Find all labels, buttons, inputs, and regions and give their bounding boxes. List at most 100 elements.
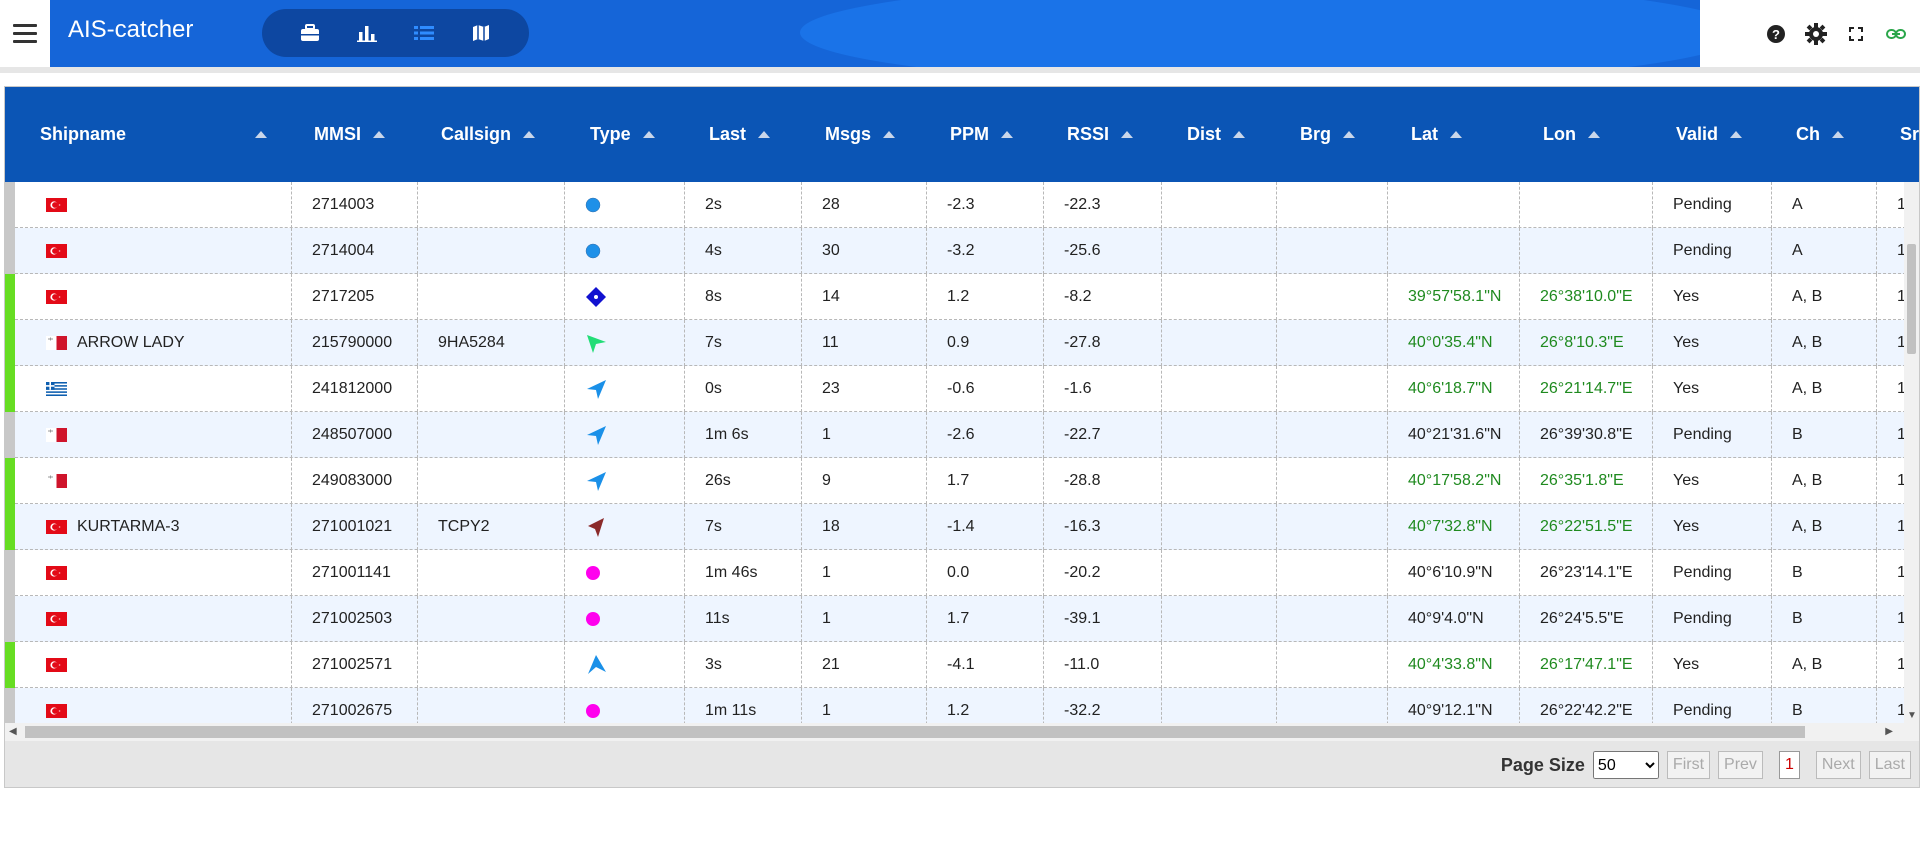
column-header-lat[interactable]: Lat bbox=[1411, 87, 1462, 182]
column-header-dist[interactable]: Dist bbox=[1187, 87, 1246, 182]
column-header-lon[interactable]: Lon bbox=[1543, 87, 1600, 182]
cell-type bbox=[565, 228, 685, 274]
msgs-value: 21 bbox=[822, 656, 840, 673]
table-row[interactable]: 2714004 4s 30 -3.2 -25.6 Pending A 1 bbox=[5, 228, 1919, 274]
ch-value: A, B bbox=[1792, 334, 1823, 351]
vertical-scroll-thumb[interactable] bbox=[1907, 244, 1916, 354]
column-header-label: Shipname bbox=[40, 124, 127, 144]
cell-valid: Pending bbox=[1653, 550, 1772, 596]
map-icon[interactable] bbox=[461, 15, 501, 51]
sort-arrow-icon[interactable] bbox=[1832, 131, 1844, 138]
table-row[interactable]: 271002503 11s 1 1.7 -39.1 40°9'4.0"N 26°24'5.5… bbox=[5, 596, 1919, 642]
sort-arrow-icon[interactable] bbox=[1001, 131, 1014, 138]
cell-rssi: -16.3 bbox=[1044, 504, 1162, 550]
table-row[interactable]: ARROW LADY 215790000 9HA5284 7s 11 0.9 -27.8 40… bbox=[5, 320, 1919, 366]
sort-arrow-icon[interactable] bbox=[1730, 131, 1743, 138]
horizontal-scrollbar[interactable]: ◀ ▶ bbox=[5, 723, 1919, 741]
sort-arrow-icon[interactable] bbox=[1121, 131, 1134, 138]
lon-value: 26°23'14.1"E bbox=[1540, 564, 1633, 581]
column-header-rssi[interactable]: RSSI bbox=[1067, 87, 1134, 182]
last-page-button[interactable]: Last bbox=[1868, 751, 1911, 779]
lon-value: 26°22'42.2"E bbox=[1540, 702, 1633, 719]
ch-value: A bbox=[1792, 196, 1803, 213]
cell-ch: A, B bbox=[1772, 274, 1877, 320]
sort-arrow-icon[interactable] bbox=[373, 131, 385, 138]
column-header-callsign[interactable]: Callsign bbox=[441, 87, 536, 182]
valid-value: Yes bbox=[1673, 288, 1700, 305]
sort-arrow-icon[interactable] bbox=[642, 131, 655, 138]
ch-value: B bbox=[1792, 426, 1803, 443]
cell-ppm: -4.1 bbox=[927, 642, 1044, 688]
sort-arrow-icon[interactable] bbox=[1343, 131, 1355, 138]
ch-value: A, B bbox=[1792, 380, 1823, 397]
table-row[interactable]: 2714003 2s 28 -2.3 -22.3 Pending A 1 bbox=[5, 182, 1919, 228]
prev-page-button[interactable]: Prev bbox=[1718, 751, 1763, 779]
list-icon[interactable] bbox=[404, 15, 444, 51]
table-row[interactable]: 2717205 8s 14 1.2 -8.2 39°57'58.1"N 26°38'10.0… bbox=[5, 274, 1919, 320]
sort-arrow-icon[interactable] bbox=[523, 131, 536, 138]
table-row[interactable]: 241812000 0s 23 -0.6 -1.6 40°6'18.7"N 26°21'14… bbox=[5, 366, 1919, 412]
column-header-ppm[interactable]: PPM bbox=[950, 87, 1014, 182]
cell-brg bbox=[1277, 274, 1388, 320]
column-header-brg[interactable]: Brg bbox=[1300, 87, 1355, 182]
cell-ppm: -2.6 bbox=[927, 412, 1044, 458]
column-header-type[interactable]: Type bbox=[590, 87, 655, 182]
cell-mmsi: 271001021 bbox=[292, 504, 418, 550]
ship-name: ARROW LADY bbox=[77, 334, 185, 351]
column-header-src[interactable]: Src bbox=[1900, 87, 1919, 182]
cell-mmsi: 271002675 bbox=[292, 688, 418, 723]
cell-valid: Yes bbox=[1653, 366, 1772, 412]
valid-value: Pending bbox=[1673, 196, 1732, 213]
cell-last: 7s bbox=[685, 320, 802, 366]
sort-arrow-icon[interactable] bbox=[883, 131, 896, 138]
table-row[interactable]: 271001141 1m 46s 1 0.0 -20.2 40°6'10.9"N 26°23… bbox=[5, 550, 1919, 596]
cell-lat: 40°6'18.7"N bbox=[1388, 366, 1520, 412]
table-row[interactable]: 271002675 1m 11s 1 1.2 -32.2 40°9'12.1"N 26°22… bbox=[5, 688, 1919, 723]
vertical-scrollbar[interactable]: ▼ bbox=[1904, 182, 1919, 723]
cell-shipname bbox=[15, 642, 292, 688]
lon-value: 26°39'30.8"E bbox=[1540, 426, 1633, 443]
cell-ppm: 0.0 bbox=[927, 550, 1044, 596]
circle-marker-icon bbox=[585, 243, 601, 259]
help-icon[interactable]: ? bbox=[1764, 22, 1788, 46]
sort-arrow-icon[interactable] bbox=[255, 131, 267, 138]
table-row[interactable]: KURTARMA-3 271001021 TCPY2 7s 18 -1.4 -16.3 40°… bbox=[5, 504, 1919, 550]
page-size-select[interactable]: 50 bbox=[1592, 751, 1659, 779]
column-header-ch[interactable]: Ch bbox=[1796, 87, 1844, 182]
horizontal-scroll-thumb[interactable] bbox=[25, 726, 1805, 738]
cell-shipname: ARROW LADY bbox=[15, 320, 292, 366]
next-page-button[interactable]: Next bbox=[1815, 751, 1861, 779]
sort-arrow-icon[interactable] bbox=[1588, 131, 1600, 138]
cell-ppm: 1.2 bbox=[927, 274, 1044, 320]
column-header-mmsi[interactable]: MMSI bbox=[314, 87, 385, 182]
cell-ppm: 1.7 bbox=[927, 458, 1044, 504]
current-page-button[interactable]: 1 bbox=[1778, 751, 1800, 779]
first-page-button[interactable]: First bbox=[1666, 751, 1711, 779]
cell-callsign bbox=[418, 274, 565, 320]
column-header-msgs[interactable]: Msgs bbox=[825, 87, 896, 182]
column-header-valid[interactable]: Valid bbox=[1676, 87, 1743, 182]
scroll-down-arrow[interactable]: ▼ bbox=[1907, 710, 1917, 721]
sort-arrow-icon[interactable] bbox=[1450, 131, 1462, 138]
sort-arrow-icon[interactable] bbox=[1233, 131, 1246, 138]
bar-chart-icon[interactable] bbox=[347, 15, 387, 51]
table-row[interactable]: 271002571 3s 21 -4.1 -11.0 40°4'33.8"N 26°17'4… bbox=[5, 642, 1919, 688]
link-icon[interactable] bbox=[1884, 22, 1908, 46]
lat-value: 40°17'58.2"N bbox=[1408, 472, 1502, 489]
cell-rssi: -11.0 bbox=[1044, 642, 1162, 688]
table-row[interactable]: 249083000 26s 9 1.7 -28.8 40°17'58.2"N 26°35'1… bbox=[5, 458, 1919, 504]
sort-arrow-icon[interactable] bbox=[758, 131, 771, 138]
gear-icon[interactable] bbox=[1804, 22, 1828, 46]
column-header-last[interactable]: Last bbox=[709, 87, 771, 182]
cell-ch: B bbox=[1772, 550, 1877, 596]
scroll-right-arrow[interactable]: ▶ bbox=[1885, 726, 1893, 737]
table-row[interactable]: 248507000 1m 6s 1 -2.6 -22.7 40°21'31.6"N 26°3… bbox=[5, 412, 1919, 458]
cell-dist bbox=[1162, 688, 1277, 723]
hamburger-menu-icon[interactable] bbox=[0, 0, 50, 67]
cell-msgs: 9 bbox=[802, 458, 927, 504]
column-header-shipname[interactable]: Shipname bbox=[40, 87, 267, 182]
briefcase-icon[interactable] bbox=[290, 15, 330, 51]
flag-icon bbox=[46, 704, 67, 718]
scroll-left-arrow[interactable]: ◀ bbox=[9, 726, 17, 737]
fullscreen-icon[interactable] bbox=[1844, 22, 1868, 46]
